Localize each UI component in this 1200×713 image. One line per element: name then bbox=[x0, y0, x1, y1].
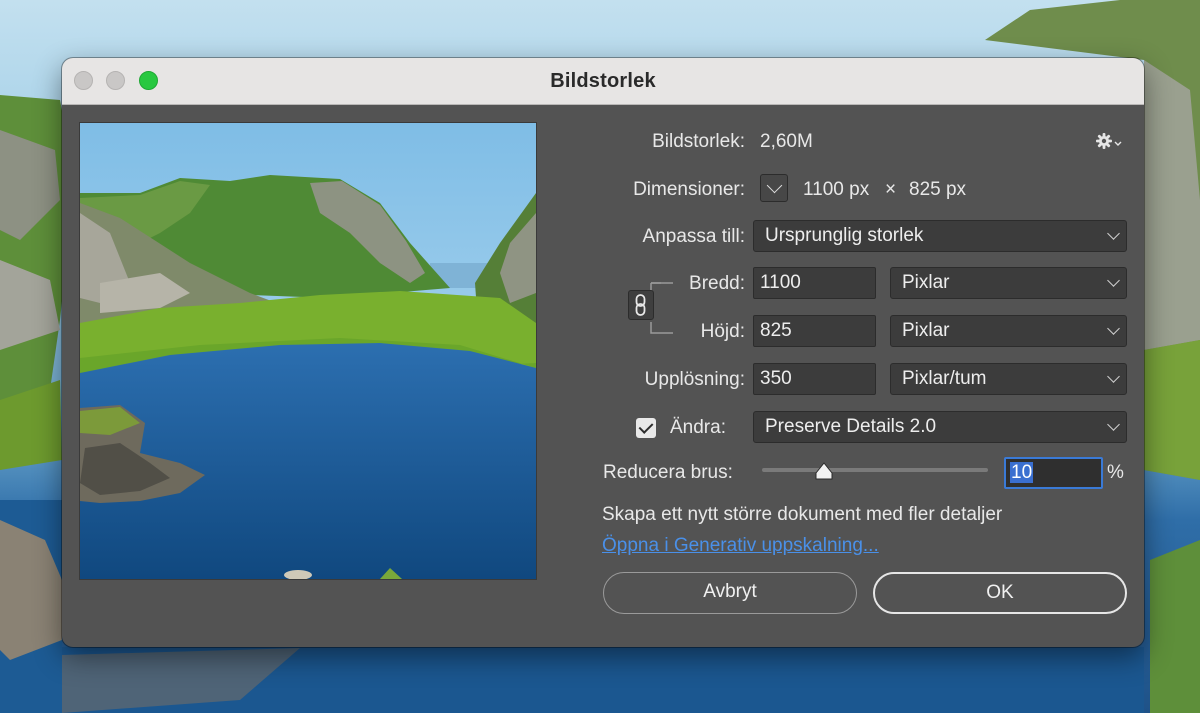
dialog-title: Bildstorlek bbox=[550, 70, 656, 92]
noise-reduction-value: 10 bbox=[1010, 462, 1034, 483]
width-input[interactable]: 1100 bbox=[753, 267, 876, 299]
noise-reduction-label: Reducera brus: bbox=[603, 462, 733, 483]
resolution-input[interactable]: 350 bbox=[753, 363, 876, 395]
height-unit-select[interactable]: Pixlar bbox=[890, 315, 1127, 347]
ok-button[interactable]: OK bbox=[873, 572, 1127, 614]
generative-upscale-link[interactable]: Öppna i Generativ uppskalning... bbox=[602, 535, 879, 557]
dimensions-times-sign: × bbox=[885, 179, 897, 200]
chevron-down-icon bbox=[1107, 418, 1120, 431]
noise-reduction-slider-track[interactable] bbox=[762, 468, 988, 472]
noise-reduction-unit: % bbox=[1107, 462, 1124, 483]
chevron-down-icon bbox=[1107, 274, 1120, 287]
dimensions-width-value: 1100 px bbox=[803, 179, 870, 200]
resolution-unit-select[interactable]: Pixlar/tum bbox=[890, 363, 1127, 395]
resolution-label: Upplösning: bbox=[644, 369, 745, 390]
lake-landscape-image bbox=[80, 123, 536, 579]
noise-reduction-slider-thumb[interactable] bbox=[813, 460, 835, 482]
image-size-dialog: Bildstorlek Bildstorlek: 2,60M Dimension… bbox=[62, 58, 1144, 647]
resample-method-value: Preserve Details 2.0 bbox=[765, 416, 937, 437]
constrain-proportions-toggle[interactable] bbox=[628, 290, 654, 320]
height-input[interactable]: 825 bbox=[753, 315, 876, 347]
height-label: Höjd: bbox=[700, 321, 745, 342]
resample-checkbox[interactable] bbox=[636, 418, 656, 438]
chevron-down-icon bbox=[1107, 322, 1120, 335]
noise-reduction-input[interactable]: 10 bbox=[1004, 457, 1103, 489]
dimensions-unit-dropdown[interactable] bbox=[760, 174, 788, 202]
cancel-button[interactable]: Avbryt bbox=[603, 572, 857, 614]
upscale-info-text: Skapa ett nytt större dokument med fler … bbox=[602, 504, 1003, 525]
chain-link-icon bbox=[635, 294, 646, 316]
chevron-down-icon bbox=[1107, 370, 1120, 383]
fit-to-label: Anpassa till: bbox=[642, 226, 745, 247]
width-unit-select[interactable]: Pixlar bbox=[890, 267, 1127, 299]
chevron-down-icon bbox=[1107, 227, 1120, 240]
resolution-unit-value: Pixlar/tum bbox=[902, 368, 987, 389]
fit-to-value: Ursprunglig storlek bbox=[765, 225, 924, 246]
image-size-value: 2,60M bbox=[760, 131, 813, 152]
resample-method-select[interactable]: Preserve Details 2.0 bbox=[753, 411, 1127, 443]
chevron-down-icon bbox=[766, 177, 783, 194]
width-unit-value: Pixlar bbox=[902, 272, 950, 293]
height-unit-value: Pixlar bbox=[902, 320, 950, 341]
dimensions-height-value: 825 px bbox=[909, 179, 967, 200]
image-preview[interactable] bbox=[79, 122, 537, 580]
width-label: Bredd: bbox=[689, 273, 745, 294]
resample-label: Ändra: bbox=[670, 417, 726, 438]
title-bar[interactable]: Bildstorlek bbox=[62, 58, 1144, 105]
fit-to-select[interactable]: Ursprunglig storlek bbox=[753, 220, 1127, 252]
gear-icon[interactable] bbox=[1094, 131, 1122, 151]
image-size-label: Bildstorlek: bbox=[652, 131, 745, 152]
dimensions-label: Dimensioner: bbox=[633, 179, 745, 200]
